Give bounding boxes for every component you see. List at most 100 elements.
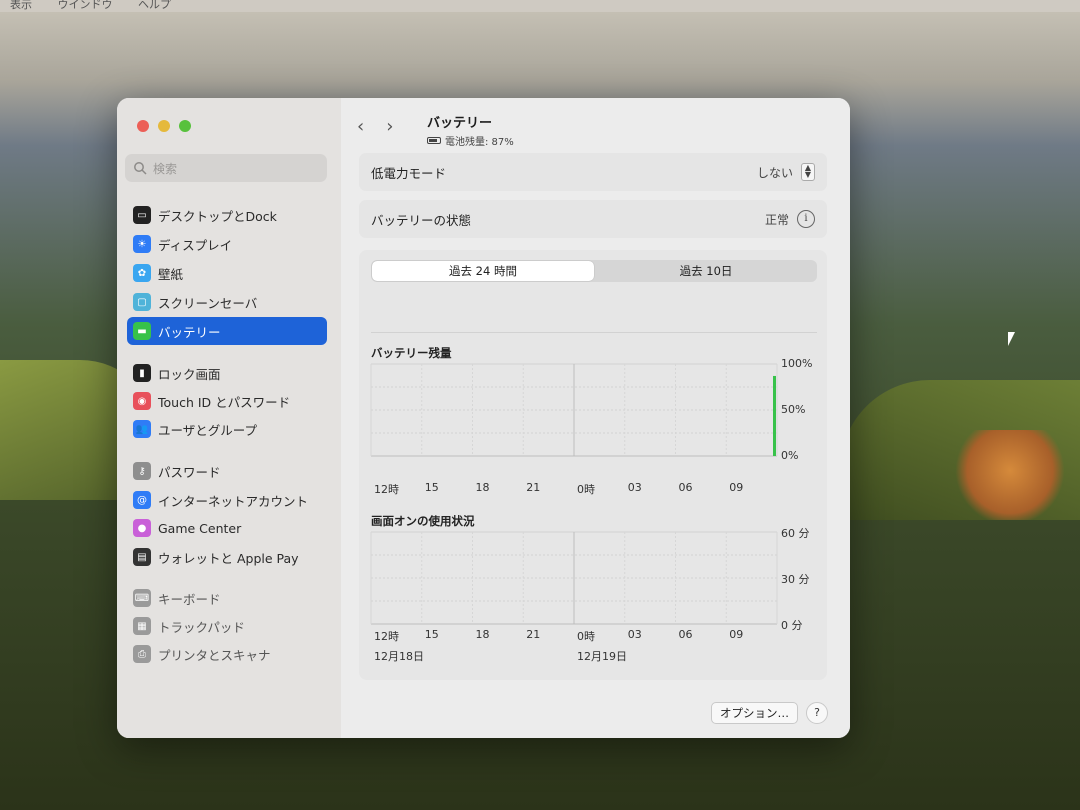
display-icon: ☀	[133, 235, 151, 253]
sidebar-item-lock[interactable]: ▮ ロック画面	[127, 359, 327, 387]
battery-level-chart	[370, 363, 778, 457]
x-tick-label: 15	[424, 628, 439, 641]
x-tick-label: 18	[475, 481, 490, 494]
window-controls	[137, 120, 191, 132]
sidebar-item-printer[interactable]: ⎙ プリンタとスキャナ	[127, 640, 327, 668]
x-tick-label: 21	[526, 481, 541, 494]
y-tick-label: 60 分	[781, 527, 810, 540]
tab-last-24-hours[interactable]: 過去 24 時間	[372, 261, 594, 281]
x-tick-label: 0時	[577, 483, 595, 496]
sidebar-item-key[interactable]: ⚷ パスワード	[127, 457, 327, 485]
tab-last-10-days[interactable]: 過去 10日	[595, 260, 817, 282]
x-tick-label: 06	[678, 628, 693, 641]
sidebar-item-label: ウォレットと Apple Pay	[158, 550, 299, 566]
wallpaper-icon: ✿	[133, 264, 151, 282]
sidebar-item-label: トラックパッド	[158, 619, 245, 635]
x-tick-label: 03	[627, 628, 642, 641]
sidebar-item-label: ユーザとグループ	[158, 422, 258, 438]
up-down-arrows-icon: ▲ ▼	[801, 163, 815, 181]
sidebar-item-label: ディスプレイ	[158, 237, 233, 253]
sidebar-item-label: パスワード	[158, 464, 221, 480]
trackpad-icon: ▦	[133, 617, 151, 635]
time-range-segmented-control: 過去 24 時間 過去 10日	[371, 260, 817, 282]
menu-window[interactable]: ウインドウ	[58, 0, 113, 11]
menu-view[interactable]: 表示	[10, 0, 32, 11]
page-title: バッテリー	[427, 116, 493, 131]
chart-title: バッテリー残量	[371, 346, 452, 360]
keyboard-icon: ⌨	[133, 589, 151, 607]
low-power-mode-popup[interactable]: しない ▲ ▼	[757, 163, 815, 181]
info-icon[interactable]: i	[797, 210, 815, 228]
menu-bar: 表示 ウインドウ ヘルプ	[0, 0, 1080, 12]
footer: オプション… ?	[341, 688, 850, 738]
x-tick-label: 09	[729, 481, 744, 494]
zoom-button[interactable]	[179, 120, 191, 132]
sidebar-item-display[interactable]: ☀ ディスプレイ	[127, 230, 327, 258]
help-button[interactable]: ?	[806, 702, 828, 724]
battery-icon	[427, 137, 441, 144]
menu-help[interactable]: ヘルプ	[138, 0, 171, 11]
x-tick-label: 12時	[374, 630, 399, 643]
search-placeholder: 検索	[153, 161, 178, 176]
x-tick-label: 06	[678, 481, 693, 494]
sidebar-item-label: デスクトップとDock	[158, 208, 277, 224]
sidebar-item-fingerprint[interactable]: ◉ Touch ID とパスワード	[127, 387, 327, 415]
sidebar-item-label: ロック画面	[158, 366, 221, 382]
battery-health-label: バッテリーの状態	[371, 212, 472, 228]
sidebar-item-label: キーボード	[158, 591, 221, 607]
date-label: 12月19日	[577, 650, 627, 663]
wallet-icon: ▤	[133, 548, 151, 566]
close-button[interactable]	[137, 120, 149, 132]
sidebar-item-label: プリンタとスキャナ	[158, 647, 271, 663]
sidebar-item-screensaver[interactable]: ▢ スクリーンセーバ	[127, 288, 327, 316]
battery-level-text: 電池残量: 87%	[445, 137, 514, 148]
battery-bar	[773, 375, 776, 456]
dock-icon: ▭	[133, 206, 151, 224]
sidebar-item-keyboard[interactable]: ⌨ キーボード	[127, 584, 327, 612]
low-power-mode-value: しない	[756, 165, 793, 180]
low-power-mode-label: 低電力モード	[371, 165, 447, 181]
battery-level-subtitle: 電池残量: 87%	[427, 133, 514, 148]
battery-icon: ▬	[133, 322, 151, 340]
x-tick-label: 09	[729, 628, 744, 641]
sidebar-item-label: インターネットアカウント	[158, 493, 309, 509]
sidebar-item-battery[interactable]: ▬ バッテリー	[127, 317, 327, 345]
usage-panel: 過去 24 時間 過去 10日 バッテリー残量 100% 50% 0% 12時 15 18 2…	[359, 250, 827, 680]
sidebar: 検索 ▭ デスクトップとDock ☀ ディスプレイ ✿ 壁紙 ▢ スクリーンセーバ ▬ バッテリー…	[117, 98, 342, 738]
navigation-arrows: ‹ ›	[357, 116, 393, 137]
x-tick-label: 03	[627, 481, 642, 494]
mouse-cursor-icon	[1008, 332, 1015, 346]
users-icon: 👥	[133, 420, 151, 438]
sidebar-item-dock[interactable]: ▭ デスクトップとDock	[127, 201, 327, 229]
sidebar-item-game-center[interactable]: ● Game Center	[127, 514, 327, 542]
sidebar-item-wallpaper[interactable]: ✿ 壁紙	[127, 259, 327, 287]
screen-usage-chart	[370, 531, 778, 625]
x-tick-label: 0時	[577, 630, 595, 643]
key-icon: ⚷	[133, 462, 151, 480]
y-tick-label: 0%	[781, 449, 799, 462]
sidebar-item-trackpad[interactable]: ▦ トラックパッド	[127, 612, 327, 640]
x-tick-label: 15	[424, 481, 439, 494]
x-tick-label: 12時	[374, 483, 399, 496]
forward-chevron-icon[interactable]: ›	[386, 116, 393, 137]
sidebar-item-label: Touch ID とパスワード	[158, 394, 291, 410]
screensaver-icon: ▢	[133, 293, 151, 311]
autumn-tree	[950, 430, 1070, 520]
low-power-mode-row: 低電力モード しない ▲ ▼	[359, 153, 827, 191]
y-tick-label: 50%	[781, 403, 806, 416]
divider	[371, 332, 817, 333]
options-button[interactable]: オプション…	[711, 702, 798, 724]
back-chevron-icon[interactable]: ‹	[357, 116, 364, 137]
sidebar-item-wallet[interactable]: ▤ ウォレットと Apple Pay	[127, 543, 327, 571]
sidebar-item-label: 壁紙	[158, 266, 184, 282]
lock-icon: ▮	[133, 364, 151, 382]
y-tick-label: 0 分	[781, 619, 803, 632]
search-input[interactable]: 検索	[125, 154, 327, 182]
settings-window: 検索 ▭ デスクトップとDock ☀ ディスプレイ ✿ 壁紙 ▢ スクリーンセーバ ▬ バッテリー…	[117, 98, 850, 738]
sidebar-item-at[interactable]: @ インターネットアカウント	[127, 486, 327, 514]
search-icon	[134, 162, 147, 175]
y-tick-label: 100%	[781, 357, 813, 370]
fingerprint-icon: ◉	[133, 392, 151, 410]
sidebar-item-users[interactable]: 👥 ユーザとグループ	[127, 415, 327, 443]
minimize-button[interactable]	[158, 120, 170, 132]
